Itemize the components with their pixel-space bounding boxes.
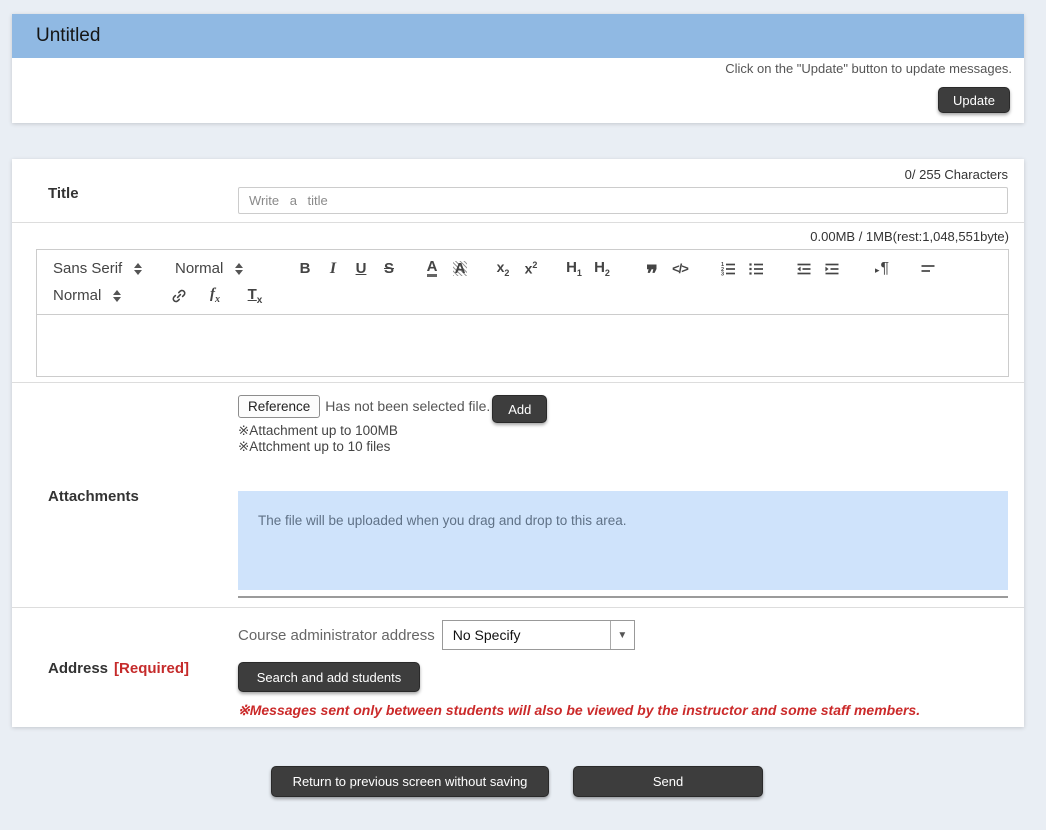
header1-icon: H1 (566, 259, 582, 278)
code-block-button[interactable]: </> (666, 256, 694, 281)
message-title-bar: Untitled (12, 14, 1024, 58)
header1-button[interactable]: H1 (560, 256, 588, 281)
editor-toolbar: Sans Serif Normal B I U S A A x2 x2 H1 (36, 249, 1009, 315)
address-label: Address (48, 660, 108, 677)
formula-icon: fx (210, 286, 220, 305)
update-instruction: Click on the "Update" button to update m… (22, 61, 1014, 76)
bullet-list-button[interactable] (742, 256, 770, 281)
superscript-button[interactable]: x2 (517, 256, 545, 281)
text-direction-icon: ▸¶ (875, 260, 889, 278)
clear-formatting-icon: Tx (248, 286, 263, 306)
reference-file-button[interactable]: Reference (238, 395, 320, 418)
editor-size-info: 0.00MB / 1MB(rest:1,048,551byte) (36, 229, 1009, 245)
title-input[interactable] (238, 187, 1008, 214)
title-char-counter: 0/ 255 Characters (238, 167, 1008, 183)
required-badge: [Required] (114, 660, 189, 677)
attachments-divider (238, 596, 1008, 598)
align-button[interactable] (914, 256, 942, 281)
indent-icon (823, 260, 841, 278)
text-color-button[interactable]: A (418, 256, 446, 281)
outdent-button[interactable] (790, 256, 818, 281)
search-add-students-button[interactable]: Search and add students (238, 662, 420, 692)
address-section: Address [Required] Course administrator … (12, 607, 1024, 727)
link-button[interactable] (165, 283, 193, 308)
course-admin-address-select[interactable]: No Specify ▼ (442, 620, 635, 650)
footer-actions: Return to previous screen without saving… (0, 766, 1046, 797)
add-attachment-button[interactable]: Add (492, 395, 547, 423)
text-direction-button[interactable]: ▸¶ (868, 256, 896, 281)
font-select[interactable]: Sans Serif (53, 260, 157, 277)
italic-icon: I (330, 260, 336, 278)
underline-icon: U (356, 260, 367, 277)
formula-button[interactable]: fx (201, 283, 229, 308)
blockquote-icon: ❞ (646, 269, 658, 279)
no-file-text: Has not been selected file. (325, 395, 490, 414)
header2-button[interactable]: H2 (588, 256, 616, 281)
background-color-icon: A (453, 261, 468, 276)
course-admin-address-label: Course administrator address (238, 627, 435, 644)
file-dropzone[interactable]: The file will be uploaded when you drag … (238, 491, 1008, 590)
updown-arrows-icon (235, 263, 243, 275)
attachment-count-note: ※Attchment up to 10 files (238, 439, 1008, 455)
title-label: Title (48, 185, 238, 202)
attachments-section: Attachments Reference Has not been selec… (12, 382, 1024, 607)
text-color-icon: A (427, 260, 438, 277)
underline-button[interactable]: U (347, 256, 375, 281)
update-button[interactable]: Update (938, 87, 1010, 113)
attachment-size-note: ※Attachment up to 100MB (238, 423, 1008, 439)
message-body-editor[interactable] (36, 315, 1009, 377)
selected-option: No Specify (443, 621, 610, 649)
background-color-button[interactable]: A (446, 256, 474, 281)
bold-button[interactable]: B (291, 256, 319, 281)
dropzone-text: The file will be uploaded when you drag … (258, 513, 627, 528)
strikethrough-button[interactable]: S (375, 256, 403, 281)
indent-button[interactable] (818, 256, 846, 281)
bullet-list-icon (747, 260, 765, 278)
update-panel: Untitled Click on the "Update" button to… (12, 14, 1024, 123)
return-without-saving-button[interactable]: Return to previous screen without saving (271, 766, 549, 797)
align-icon (919, 260, 937, 278)
chevron-down-icon: ▼ (610, 621, 634, 649)
svg-text:3: 3 (721, 271, 724, 277)
strikethrough-icon: S (384, 260, 394, 277)
header2-icon: H2 (594, 259, 610, 278)
address-warning-text: ※Messages sent only between students wil… (238, 702, 1008, 719)
code-block-icon: </> (672, 261, 688, 276)
clear-formatting-button[interactable]: Tx (241, 283, 269, 308)
message-form: Title 0/ 255 Characters 0.00MB / 1MB(res… (12, 159, 1024, 727)
attachments-label: Attachments (48, 488, 238, 505)
editor-section: 0.00MB / 1MB(rest:1,048,551byte) Sans Se… (12, 222, 1024, 382)
ordered-list-icon: 123 (719, 260, 737, 278)
style-select[interactable]: Normal (53, 287, 147, 304)
updown-arrows-icon (134, 263, 142, 275)
superscript-icon: x2 (525, 260, 538, 277)
updown-arrows-icon (113, 290, 121, 302)
message-title: Untitled (36, 25, 100, 47)
title-section: Title 0/ 255 Characters (12, 159, 1024, 222)
bold-icon: B (300, 260, 311, 277)
blockquote-button[interactable]: ❞ (638, 256, 666, 281)
ordered-list-button[interactable]: 123 (714, 256, 742, 281)
link-icon (170, 287, 188, 305)
subscript-icon: x2 (497, 259, 510, 278)
subscript-button[interactable]: x2 (489, 256, 517, 281)
italic-button[interactable]: I (319, 256, 347, 281)
outdent-icon (795, 260, 813, 278)
send-button[interactable]: Send (573, 766, 763, 797)
size-select[interactable]: Normal (175, 260, 269, 277)
